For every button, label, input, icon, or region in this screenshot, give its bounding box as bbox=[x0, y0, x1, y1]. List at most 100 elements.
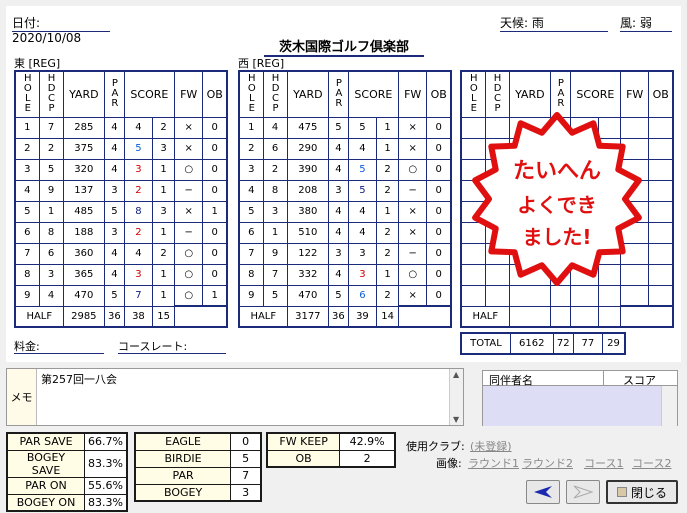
score-row: 6 8 188 3 2 1−0 bbox=[14, 221, 228, 244]
clubs-label: 使用クラブ: bbox=[406, 440, 465, 453]
next-button[interactable] bbox=[566, 480, 600, 504]
memo-text[interactable]: 第257回一八会 bbox=[41, 371, 117, 387]
ob-cell bbox=[648, 137, 674, 160]
yard-cell: 510 bbox=[286, 221, 330, 244]
companions-list[interactable]: 同伴者名 スコア bbox=[482, 370, 678, 426]
companions-scrollbar[interactable] bbox=[661, 386, 677, 426]
ob-cell bbox=[648, 242, 674, 265]
hdcp-cell: 9 bbox=[262, 242, 288, 265]
par-cell: 4 bbox=[328, 200, 349, 223]
fw-cell: ○ bbox=[173, 158, 204, 181]
ob-cell bbox=[648, 284, 674, 307]
stat-row: BIRDIE 5 bbox=[134, 449, 262, 468]
yard-cell: 332 bbox=[286, 263, 330, 286]
memo-box[interactable]: メモ 第257回一八会 ▲ ▼ bbox=[6, 368, 464, 426]
stat-label: PAR bbox=[134, 466, 232, 485]
stat-row: BOGEY 3 bbox=[134, 483, 262, 502]
total-label: TOTAL bbox=[460, 332, 511, 355]
companions-body[interactable] bbox=[483, 386, 661, 426]
putts-cell bbox=[598, 284, 621, 307]
score-cell: 2 bbox=[123, 221, 154, 244]
score-row: 9 5 470 5 6 2 × 0 bbox=[238, 284, 452, 307]
hole-cell: 5 bbox=[14, 200, 40, 223]
col-par: PAR bbox=[328, 70, 349, 118]
fw-cell: × bbox=[173, 137, 204, 160]
putts-cell: 2 bbox=[152, 116, 175, 139]
ob-cell: 0 bbox=[426, 200, 452, 223]
door-icon bbox=[616, 487, 627, 497]
ob-cell bbox=[648, 179, 674, 202]
half-putts: 14 bbox=[376, 305, 399, 328]
par-cell bbox=[550, 284, 571, 307]
ob-cell: 0 bbox=[426, 263, 452, 286]
hdcp-cell: 1 bbox=[38, 200, 64, 223]
half-putts: 15 bbox=[152, 305, 175, 328]
half-score: 39 bbox=[347, 305, 378, 328]
stat-label: FW KEEP bbox=[266, 432, 341, 451]
fw-cell: ○ bbox=[397, 263, 428, 286]
yard-cell: 290 bbox=[286, 137, 330, 160]
stat-value: 83.3% bbox=[84, 449, 128, 478]
stat-row: OB 2 bbox=[266, 449, 396, 468]
hole-cell: 9 bbox=[238, 284, 264, 307]
arrow-right-icon bbox=[573, 485, 594, 499]
yard-cell: 208 bbox=[286, 179, 330, 202]
hdcp-cell: 3 bbox=[262, 200, 288, 223]
yard-cell: 188 bbox=[62, 221, 106, 244]
score-cell: 5 bbox=[123, 137, 154, 160]
clubs-link[interactable]: (未登録) bbox=[470, 438, 512, 454]
fw-cell bbox=[619, 284, 650, 307]
fw-cell: ○ bbox=[173, 242, 204, 265]
putts-cell: 1 bbox=[152, 158, 175, 181]
stats-fw-ob: FW KEEP 42.9% OB 2 bbox=[266, 432, 396, 468]
hdcp-cell: 5 bbox=[262, 284, 288, 307]
half-label: HALF bbox=[14, 305, 64, 328]
stamp-line-1: たいへん bbox=[513, 159, 601, 184]
putts-cell: 2 bbox=[376, 179, 399, 202]
par-cell: 5 bbox=[104, 200, 125, 223]
image-label: 画像: bbox=[436, 457, 462, 470]
stat-value: 66.7% bbox=[84, 432, 128, 451]
score-cell: 4 bbox=[123, 116, 154, 139]
par-cell: 4 bbox=[328, 221, 349, 244]
yard-cell: 470 bbox=[286, 284, 330, 307]
score-row: 5 3 380 4 4 1 × 0 bbox=[238, 200, 452, 223]
course1-link[interactable]: コース1 bbox=[584, 455, 623, 471]
fw-cell: − bbox=[173, 179, 204, 202]
par-cell: 4 bbox=[328, 158, 349, 181]
total-putts: 29 bbox=[602, 332, 626, 355]
stat-row: PAR ON 55.6% bbox=[6, 476, 128, 495]
total-par: 72 bbox=[552, 332, 574, 355]
memo-label: メモ bbox=[7, 369, 37, 425]
stat-label: PAR SAVE bbox=[6, 432, 86, 451]
half-yard: 3177 bbox=[286, 305, 330, 328]
scroll-down-icon[interactable]: ▼ bbox=[453, 415, 459, 424]
round2-link[interactable]: ラウンド2 bbox=[522, 455, 573, 471]
stat-value: 0 bbox=[230, 432, 262, 451]
col-hole: HOLE bbox=[14, 70, 40, 118]
fw-cell: × bbox=[397, 221, 428, 244]
score-cell: 4 bbox=[347, 221, 378, 244]
stat-label: BIRDIE bbox=[134, 449, 232, 468]
col-hdcp: HDCP bbox=[38, 70, 64, 118]
round1-link[interactable]: ラウンド1 bbox=[468, 455, 519, 471]
score-cell: 3 bbox=[123, 158, 154, 181]
memo-scrollbar[interactable]: ▲ ▼ bbox=[449, 369, 463, 425]
scroll-up-icon[interactable]: ▲ bbox=[453, 370, 459, 379]
score-cell: 3 bbox=[347, 263, 378, 286]
putts-cell: 1 bbox=[152, 263, 175, 286]
course2-link[interactable]: コース2 bbox=[632, 455, 671, 471]
prev-button[interactable] bbox=[526, 480, 560, 504]
hole-cell: 4 bbox=[14, 179, 40, 202]
club-name: 茨木国際ゴルフ倶楽部 bbox=[264, 36, 424, 57]
fw-cell: ○ bbox=[173, 263, 204, 286]
par-cell: 3 bbox=[104, 221, 125, 244]
stat-value: 7 bbox=[230, 466, 262, 485]
hole-cell: 8 bbox=[238, 263, 264, 286]
scorecard-sheet: 日付: 2020/10/08 天候: 雨 風: 弱 茨木国際ゴルフ倶楽部 東 [… bbox=[6, 6, 681, 362]
yard-cell: 137 bbox=[62, 179, 106, 202]
ob-cell bbox=[648, 116, 674, 139]
close-button[interactable]: 閉じる bbox=[606, 480, 678, 504]
score-row: 1 4 475 5 5 1 × 0 bbox=[238, 116, 452, 139]
half-par: 36 bbox=[104, 305, 125, 328]
